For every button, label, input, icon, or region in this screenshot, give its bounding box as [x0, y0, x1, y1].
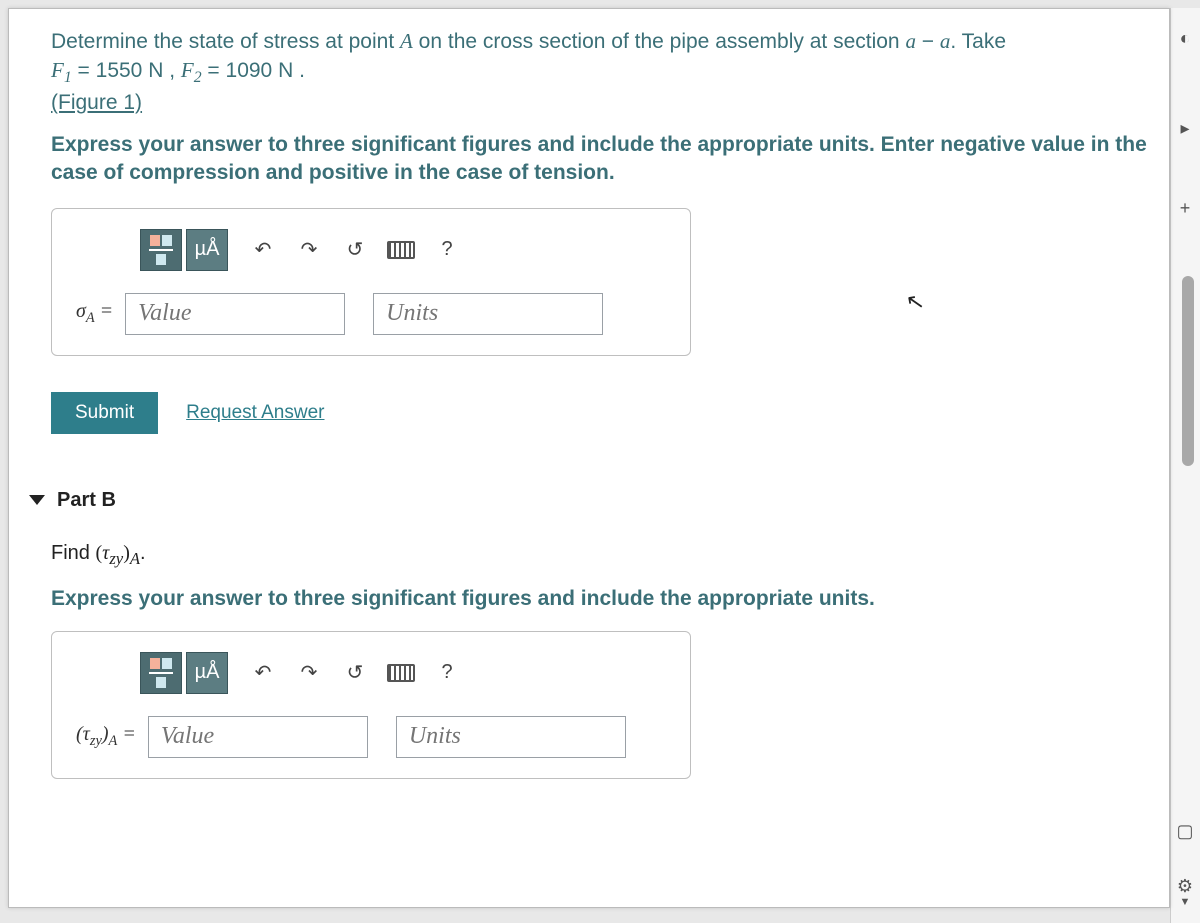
tau-zy-sub: zy — [109, 549, 123, 568]
F2-sub: 2 — [194, 70, 202, 87]
reset-button[interactable]: ↺ — [334, 229, 376, 271]
vertical-scrollbar[interactable] — [1180, 16, 1196, 911]
help-icon-b: ? — [441, 661, 452, 684]
problem-statement: Determine the state of stress at point A… — [51, 27, 1161, 117]
question-page: Determine the state of stress at point A… — [8, 8, 1170, 908]
redo-icon-b: ↷ — [301, 660, 318, 685]
F2-unit: N — [278, 59, 293, 82]
template-fraction-button[interactable] — [140, 229, 182, 271]
template-fraction-button-b[interactable] — [140, 652, 182, 694]
reset-icon-b: ↺ — [347, 660, 364, 685]
section-a2: a — [940, 29, 951, 53]
answer-box-part-a: µÅ ↶ ↷ ↺ ? σA = — [51, 208, 691, 356]
keyboard-icon — [387, 241, 415, 259]
redo-button[interactable]: ↷ — [288, 229, 330, 271]
problem-mid: on the cross section of the pipe assembl… — [413, 30, 906, 53]
period: . — [293, 59, 305, 82]
undo-icon-b: ↶ — [255, 660, 272, 685]
part-b-header[interactable]: Part B — [29, 489, 1161, 512]
dash: − — [916, 30, 940, 53]
input-row-a: σA = — [76, 293, 672, 335]
answer-box-part-b: µÅ ↶ ↷ ↺ ? (τzy)A = — [51, 631, 691, 779]
mouse-cursor-icon: ↖ — [903, 288, 926, 317]
formula-toolbar-b: µÅ ↶ ↷ ↺ ? — [140, 652, 672, 694]
tau-A-sub: A — [130, 549, 140, 568]
figure-1-link[interactable]: (Figure 1) — [51, 91, 142, 114]
F1-sym: F — [51, 58, 64, 82]
help-icon: ? — [441, 238, 452, 261]
help-button-b[interactable]: ? — [426, 652, 468, 694]
fraction-icon — [149, 234, 173, 266]
keyboard-button-b[interactable] — [380, 652, 422, 694]
submit-button[interactable]: Submit — [51, 392, 158, 434]
problem-end1: . Take — [950, 30, 1006, 53]
input-row-b: (τzy)A = — [76, 716, 672, 758]
instruction-part-b: Express your answer to three significant… — [51, 587, 1161, 611]
collapse-triangle-icon — [29, 495, 45, 505]
special-chars-button-b[interactable]: µÅ — [186, 652, 228, 694]
formula-toolbar-a: µÅ ↶ ↷ ↺ ? — [140, 229, 672, 271]
submit-row-a: Submit Request Answer — [51, 392, 1161, 434]
special-chars-button[interactable]: µÅ — [186, 229, 228, 271]
F1-eq: = 1550 — [72, 59, 148, 82]
help-button[interactable]: ? — [426, 229, 468, 271]
problem-pretext: Determine the state of stress at point — [51, 30, 400, 53]
sigma-A-label: σA = — [76, 300, 113, 327]
undo-icon: ↶ — [255, 237, 272, 262]
mu-angstrom-label: µÅ — [195, 238, 220, 261]
redo-icon: ↷ — [301, 237, 318, 262]
F2-eq: = 1090 — [202, 59, 278, 82]
tau-zy-A-label: (τzy)A = — [76, 723, 136, 750]
part-b-label: Part B — [57, 489, 116, 512]
redo-button-b[interactable]: ↷ — [288, 652, 330, 694]
value-input-a[interactable] — [125, 293, 345, 335]
units-input-a[interactable] — [373, 293, 603, 335]
scrollbar-thumb[interactable] — [1182, 276, 1194, 466]
F2-sym: F — [181, 58, 194, 82]
units-input-b[interactable] — [396, 716, 626, 758]
undo-button-b[interactable]: ↶ — [242, 652, 284, 694]
find-pre: Find — [51, 542, 95, 564]
F1-sub: 1 — [64, 70, 72, 87]
mu-angstrom-label-b: µÅ — [195, 661, 220, 684]
fraction-icon-b — [149, 657, 173, 689]
undo-button[interactable]: ↶ — [242, 229, 284, 271]
keyboard-button[interactable] — [380, 229, 422, 271]
value-input-b[interactable] — [148, 716, 368, 758]
reset-icon: ↺ — [347, 237, 364, 262]
section-a1: a — [905, 29, 916, 53]
reset-button-b[interactable]: ↺ — [334, 652, 376, 694]
comma: , — [163, 59, 181, 82]
F1-unit: N — [148, 59, 163, 82]
find-text-b: Find (τzy)A. — [51, 542, 1161, 569]
request-answer-link[interactable]: Request Answer — [186, 402, 324, 424]
keyboard-icon-b — [387, 664, 415, 682]
find-period: . — [140, 542, 146, 564]
instruction-part-a: Express your answer to three significant… — [51, 131, 1161, 188]
point-A: A — [400, 29, 413, 53]
